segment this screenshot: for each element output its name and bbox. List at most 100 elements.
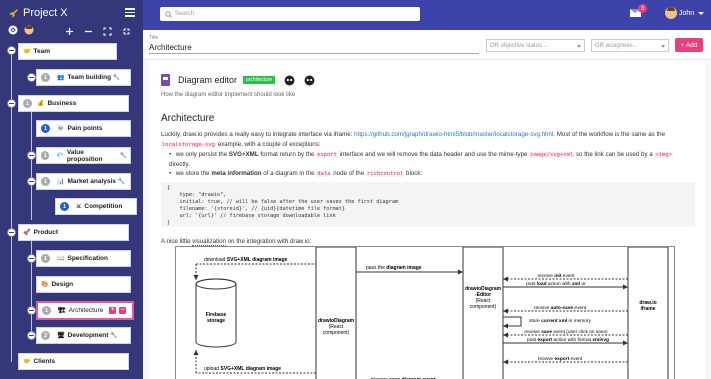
tag-badge[interactable]: architecture: [243, 76, 276, 84]
toggle-team[interactable]: [7, 46, 16, 55]
node-label: Team building: [67, 74, 112, 81]
status-placeholder: OR objective status...: [490, 42, 548, 49]
node-count-badge: 1: [42, 306, 51, 315]
svg-text:component): component): [323, 330, 350, 336]
download-label: download SVG+XML diagram image: [204, 257, 288, 263]
firebase-storage-cylinder: Firebase storage: [195, 278, 237, 348]
doc-header: Diagram editor architecture: [161, 71, 695, 89]
node-count-badge: 1: [41, 254, 50, 263]
tree-node-market-analysis[interactable]: 1 📊 Market analysis 🔧: [36, 173, 131, 190]
chevron-down-icon[interactable]: [698, 12, 704, 15]
palette-icon: 🎨: [41, 282, 49, 288]
title-field[interactable]: Title Architecture: [149, 35, 479, 54]
user-name[interactable]: John: [679, 10, 694, 17]
tree-node-clients[interactable]: 🤝 Clients: [18, 353, 129, 370]
wrench-icon: 🔧: [112, 75, 121, 81]
computer-icon: 🖥: [57, 333, 65, 339]
tree-node-architecture[interactable]: 1 🏗 Architecture + −: [36, 301, 134, 320]
assignees-select[interactable]: OR assignees...: [591, 39, 669, 52]
toggle-team-building[interactable]: [27, 73, 36, 82]
node-label: Team: [33, 48, 50, 55]
chart-icon: 📊: [57, 179, 65, 185]
toggle-business[interactable]: [7, 99, 16, 108]
node-label: Specification: [67, 255, 108, 262]
github-octocat-icon[interactable]: [284, 75, 295, 86]
remove-node-button[interactable]: −: [119, 307, 127, 314]
node-count-badge: 1: [41, 177, 50, 186]
sequence-diagram: Firebase storage drawioDiagram (React co…: [175, 246, 675, 379]
brain-icon[interactable]: [8, 25, 18, 35]
node-label: Business: [47, 100, 77, 107]
pass-label: pass the diagram image: [366, 265, 422, 271]
tree-node-team[interactable]: 🤝 Team: [18, 43, 117, 60]
toggle-market-analysis[interactable]: [27, 177, 36, 186]
chevron-down-icon: [577, 45, 581, 48]
tree-node-development[interactable]: 2 🖥 Development 🔧: [36, 327, 131, 344]
node-count-badge: 1: [60, 202, 69, 211]
content-area: Diagram editor architecture How the diag…: [143, 61, 711, 379]
wrench-icon: 🔧: [119, 153, 127, 159]
notification-badge: 3: [638, 4, 647, 13]
drawio-editor-lifeline: [462, 246, 504, 379]
node-label: Pain points: [67, 125, 103, 132]
rocket-icon: 🚀: [23, 230, 31, 236]
node-count-badge: 1: [41, 124, 50, 133]
document-icon: [161, 74, 170, 86]
tree-node-team-building[interactable]: 1 👥 Team building 🔧: [36, 69, 131, 86]
node-label: Value proposition: [66, 148, 103, 163]
toggle-product[interactable]: [7, 228, 16, 237]
toggle-value-proposition[interactable]: [27, 151, 36, 160]
add-button[interactable]: + Add: [675, 38, 703, 52]
svg-text:receive init event: receive init event: [537, 273, 575, 279]
title-label: Title: [149, 35, 159, 41]
svg-text:receive auto-save event: receive auto-save event: [534, 305, 587, 311]
tree-tools: [65, 27, 141, 36]
tree-node-competition[interactable]: 1 ⚔ Competition: [55, 198, 137, 215]
rocket-icon: [9, 8, 18, 18]
add-child-button[interactable]: +: [109, 307, 117, 314]
toggle-specification[interactable]: [27, 254, 36, 263]
sidebar: Project X 🤝 Team 1 👥 Team building 🔧 1 💰…: [0, 0, 143, 379]
list-item: we store the meta information of a diagr…: [169, 169, 695, 179]
tree-node-product[interactable]: 🚀 Product: [18, 224, 129, 241]
tree-node-business[interactable]: 1 💰 Business: [18, 95, 129, 112]
tree-node-value-proposition[interactable]: 1 💎 Value proposition 🔧: [36, 147, 131, 164]
drawio-link[interactable]: https://github.com/jgraph/drawio-html5/b…: [354, 131, 553, 138]
building-icon: 🏗: [58, 308, 66, 314]
handshake-icon: 🤝: [23, 49, 31, 55]
title-input[interactable]: Architecture: [149, 43, 479, 54]
objective-status-select[interactable]: OR objective status...: [486, 39, 585, 52]
drawio-iframe-lifeline: [627, 246, 669, 379]
people-icon: 👥: [57, 75, 65, 81]
tree-node-specification[interactable]: 1 📖 Specification: [36, 250, 131, 267]
app-title: Project X: [23, 7, 68, 19]
wrench-icon: 🔧: [110, 333, 118, 339]
paragraph-intro: Luckily, draw.io provides a really easy …: [161, 131, 666, 148]
avatar[interactable]: [665, 7, 677, 19]
book-icon: 📖: [57, 256, 65, 262]
document: Diagram editor architecture How the diag…: [149, 61, 705, 379]
collapse-icon[interactable]: [122, 27, 131, 36]
tree-node-pain-points[interactable]: 1 💀 Pain points: [36, 120, 131, 137]
github-octocat-edit-icon[interactable]: [304, 75, 315, 86]
search-icon: [165, 10, 172, 18]
brand[interactable]: Project X: [8, 6, 68, 20]
diagram-canvas: Firebase storage drawioDiagram (React co…: [193, 246, 669, 379]
svg-text:post export action with format: post export action with format xmlsvg: [527, 337, 609, 343]
drawio-diagram-lifeline: [315, 246, 357, 379]
toggle-development[interactable]: [27, 331, 36, 340]
search-input[interactable]: Search: [160, 7, 420, 21]
node-label: Market analysis: [67, 178, 116, 185]
minus-icon[interactable]: [84, 27, 93, 36]
svg-text:receive export event: receive export event: [538, 356, 583, 362]
user-avatar-icon[interactable]: [24, 25, 34, 35]
plus-icon[interactable]: [65, 27, 74, 36]
tree-node-design[interactable]: 🎨 Design: [36, 276, 131, 293]
node-count-badge: 2: [41, 331, 50, 340]
expand-icon[interactable]: [103, 27, 112, 36]
doc-subtitle: How the diagram editor implement should …: [161, 92, 296, 98]
svg-text:iframe: iframe: [640, 306, 655, 312]
search-placeholder: Search: [175, 11, 195, 17]
hamburger-menu-icon[interactable]: [125, 8, 135, 17]
toggle-architecture[interactable]: [27, 306, 36, 315]
